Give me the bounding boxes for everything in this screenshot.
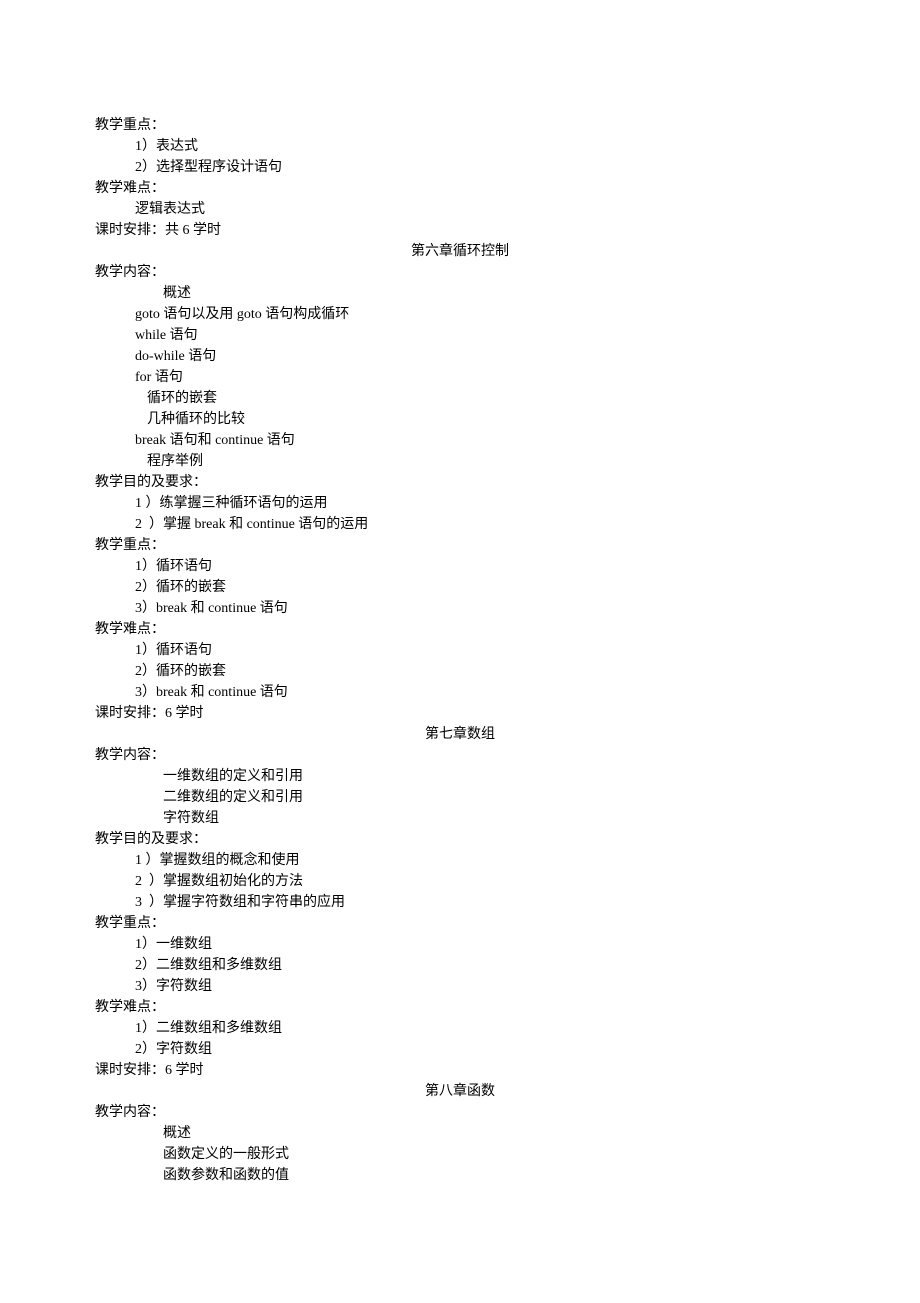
text-line: 函数定义的一般形式 xyxy=(95,1144,825,1165)
text-line: 教学重点： xyxy=(95,115,825,136)
text-line: 2 ）掌握数组初始化的方法 xyxy=(95,871,825,892)
text-line: 2）选择型程序设计语句 xyxy=(95,157,825,178)
text-line: 1）一维数组 xyxy=(95,934,825,955)
text-line: 教学目的及要求： xyxy=(95,472,825,493)
text-line: 第七章数组 xyxy=(95,724,825,745)
text-line: 第八章函数 xyxy=(95,1081,825,1102)
document-page: 教学重点：1）表达式2）选择型程序设计语句教学难点：逻辑表达式课时安排：共 6 … xyxy=(0,0,920,1303)
text-line: 课时安排：6 学时 xyxy=(95,703,825,724)
text-line: goto 语句以及用 goto 语句构成循环 xyxy=(95,304,825,325)
text-line: 1）循环语句 xyxy=(95,640,825,661)
text-line: for 语句 xyxy=(95,367,825,388)
text-line: 教学内容： xyxy=(95,1102,825,1123)
text-line: 教学内容： xyxy=(95,745,825,766)
text-line: 1）循环语句 xyxy=(95,556,825,577)
text-line: 1 ）掌握数组的概念和使用 xyxy=(95,850,825,871)
text-line: 2）循环的嵌套 xyxy=(95,661,825,682)
text-line: 课时安排：共 6 学时 xyxy=(95,220,825,241)
text-line: break 语句和 continue 语句 xyxy=(95,430,825,451)
text-line: 教学重点： xyxy=(95,535,825,556)
text-line: 2）二维数组和多维数组 xyxy=(95,955,825,976)
text-line: 一维数组的定义和引用 xyxy=(95,766,825,787)
text-line: 概述 xyxy=(95,283,825,304)
text-line: while 语句 xyxy=(95,325,825,346)
text-line: 教学难点： xyxy=(95,619,825,640)
text-line: 逻辑表达式 xyxy=(95,199,825,220)
text-line: 1）表达式 xyxy=(95,136,825,157)
text-line: 1 ）练掌握三种循环语句的运用 xyxy=(95,493,825,514)
text-line: 几种循环的比较 xyxy=(95,409,825,430)
text-line: 3 ）掌握字符数组和字符串的应用 xyxy=(95,892,825,913)
text-line: 概述 xyxy=(95,1123,825,1144)
text-line: 3）break 和 continue 语句 xyxy=(95,682,825,703)
text-line: do-while 语句 xyxy=(95,346,825,367)
document-body: 教学重点：1）表达式2）选择型程序设计语句教学难点：逻辑表达式课时安排：共 6 … xyxy=(95,115,825,1186)
text-line: 二维数组的定义和引用 xyxy=(95,787,825,808)
text-line: 教学重点： xyxy=(95,913,825,934)
text-line: 3）字符数组 xyxy=(95,976,825,997)
text-line: 3）break 和 continue 语句 xyxy=(95,598,825,619)
text-line: 2）循环的嵌套 xyxy=(95,577,825,598)
text-line: 教学难点： xyxy=(95,997,825,1018)
text-line: 第六章循环控制 xyxy=(95,241,825,262)
text-line: 字符数组 xyxy=(95,808,825,829)
text-line: 2 ）掌握 break 和 continue 语句的运用 xyxy=(95,514,825,535)
text-line: 2）字符数组 xyxy=(95,1039,825,1060)
text-line: 教学内容： xyxy=(95,262,825,283)
text-line: 1）二维数组和多维数组 xyxy=(95,1018,825,1039)
text-line: 程序举例 xyxy=(95,451,825,472)
text-line: 课时安排：6 学时 xyxy=(95,1060,825,1081)
text-line: 循环的嵌套 xyxy=(95,388,825,409)
text-line: 函数参数和函数的值 xyxy=(95,1165,825,1186)
text-line: 教学难点： xyxy=(95,178,825,199)
text-line: 教学目的及要求： xyxy=(95,829,825,850)
